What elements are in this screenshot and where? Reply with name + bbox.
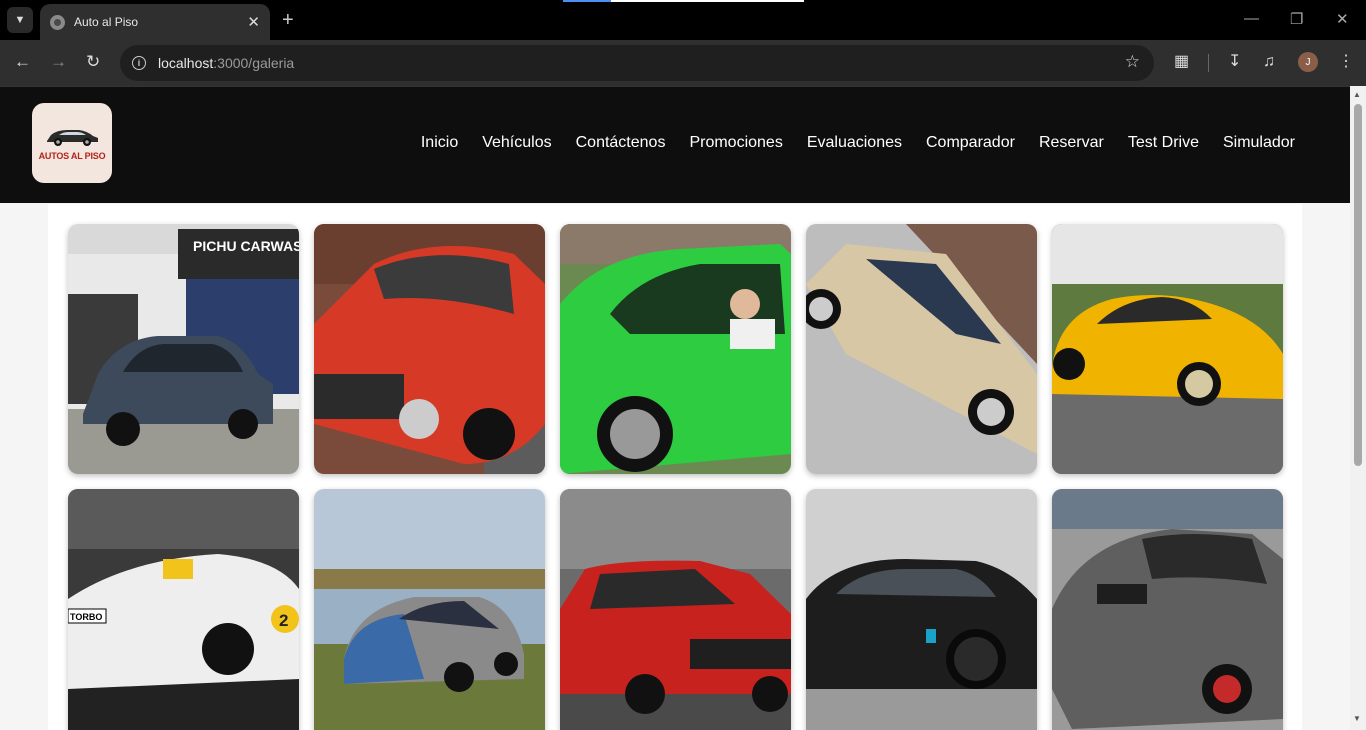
close-tab-icon[interactable]: ✕ — [247, 13, 260, 31]
race-number: 2 — [279, 611, 288, 630]
gallery-image-grey-tuned-hatch[interactable] — [1052, 489, 1283, 730]
profile-avatar[interactable]: J — [1298, 52, 1318, 72]
toolbar-separator — [1208, 54, 1209, 72]
site-info-icon[interactable]: i — [132, 56, 146, 70]
nav-test-drive[interactable]: Test Drive — [1128, 134, 1199, 152]
url-path: :3000/galeria — [213, 55, 295, 71]
scroll-up-icon[interactable]: ▲ — [1353, 90, 1361, 99]
page-scrollbar[interactable]: ▲ ▼ — [1350, 86, 1366, 730]
gallery-image-blue-hatchback[interactable] — [314, 489, 545, 730]
forward-icon[interactable]: → — [50, 52, 67, 72]
gallery-image-black-coupe[interactable] — [806, 489, 1037, 730]
gallery-image-yellow-hatchback[interactable] — [1052, 224, 1283, 474]
site-logo[interactable]: AUTOS AL PISO — [32, 103, 112, 183]
browser-tab[interactable]: Auto al Piso ✕ — [40, 4, 270, 40]
new-tab-icon[interactable]: + — [282, 9, 294, 31]
gallery-image-beige-wagon[interactable] — [806, 224, 1037, 474]
browser-toolbar: ← → ↻ i localhost:3000/galeria ☆ ▦ ↧ ♫ J… — [0, 40, 1366, 86]
back-icon[interactable]: ← — [14, 52, 31, 72]
logo-text: AUTOS AL PISO — [38, 151, 106, 161]
bookmark-star-icon[interactable]: ☆ — [1125, 52, 1140, 72]
loading-bar — [563, 0, 804, 2]
plate-text: TORBO — [70, 612, 102, 622]
window-close-icon[interactable]: ✕ — [1336, 10, 1349, 28]
nav-promociones[interactable]: Promociones — [689, 134, 782, 152]
scroll-down-icon[interactable]: ▼ — [1353, 714, 1361, 723]
main-nav: Inicio Vehículos Contáctenos Promociones… — [421, 134, 1295, 152]
site-header: AUTOS AL PISO Inicio Vehículos Contácten… — [0, 87, 1350, 203]
gallery-image-white-race-car[interactable]: TORBO 2 — [68, 489, 299, 730]
gallery-image-grey-sedan[interactable]: PICHU CARWASH — [68, 224, 299, 474]
page-viewport: AUTOS AL PISO Inicio Vehículos Contácten… — [0, 86, 1350, 730]
nav-evaluaciones[interactable]: Evaluaciones — [807, 134, 902, 152]
scrollbar-thumb[interactable] — [1354, 104, 1362, 466]
tab-list-chevron-icon[interactable]: ▼ — [7, 7, 33, 33]
nav-simulador[interactable]: Simulador — [1223, 134, 1295, 152]
browser-tab-bar: ▼ Auto al Piso ✕ + — ❐ ✕ — [0, 0, 1366, 40]
carwash-sign-text: PICHU CARWASH — [193, 238, 299, 254]
download-icon[interactable]: ↧ — [1228, 52, 1241, 72]
extensions-icon[interactable]: ▦ — [1174, 52, 1189, 72]
tab-title: Auto al Piso — [74, 15, 139, 29]
gallery-image-red-coupe[interactable] — [314, 224, 545, 474]
gallery-image-red-classic-hatch[interactable] — [560, 489, 791, 730]
media-control-icon[interactable]: ♫ — [1263, 52, 1275, 72]
nav-comparador[interactable]: Comparador — [926, 134, 1015, 152]
nav-inicio[interactable]: Inicio — [421, 134, 458, 152]
url-host: localhost — [158, 55, 214, 71]
address-bar[interactable]: i localhost:3000/galeria ☆ — [120, 45, 1154, 81]
gallery-grid: PICHU CARWASH — [48, 204, 1302, 730]
restore-icon[interactable]: ❐ — [1290, 10, 1303, 28]
nav-contactenos[interactable]: Contáctenos — [576, 134, 666, 152]
minimize-icon[interactable]: — — [1244, 10, 1259, 27]
gallery-image-green-classic[interactable] — [560, 224, 791, 474]
globe-icon — [50, 14, 65, 30]
nav-vehiculos[interactable]: Vehículos — [482, 134, 551, 152]
car-logo-icon — [47, 130, 98, 146]
reload-icon[interactable]: ↻ — [86, 52, 100, 72]
nav-reservar[interactable]: Reservar — [1039, 134, 1104, 152]
browser-menu-icon[interactable]: ⋮ — [1338, 52, 1354, 72]
